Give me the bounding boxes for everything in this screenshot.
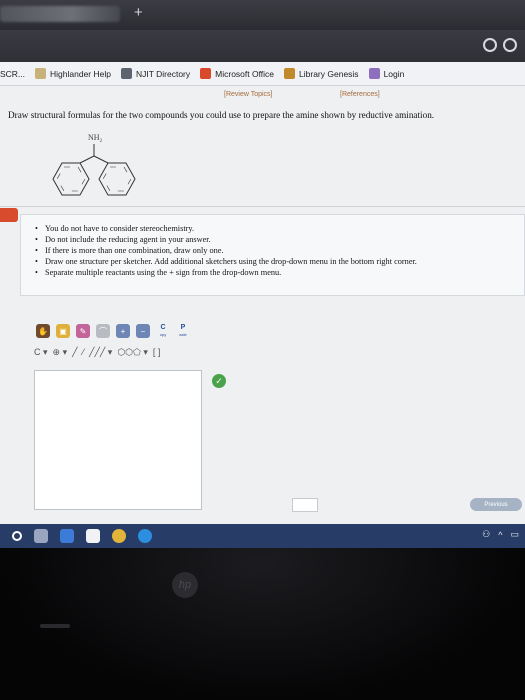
task-view-icon[interactable]: [34, 529, 48, 543]
extension-icons: [483, 38, 517, 52]
system-tray: ⚇ ^ ▭: [482, 529, 519, 540]
bookmark-scr[interactable]: SCR...: [0, 69, 25, 79]
highlander-help-icon: [35, 68, 47, 79]
laptop-bezel: hp: [0, 548, 525, 700]
instructions-list: You do not have to consider stereochemis…: [21, 215, 524, 278]
paste-letter: P: [180, 324, 186, 331]
carbon-atom-tool[interactable]: C ▾: [34, 347, 48, 358]
sketch-canvas[interactable]: [34, 370, 202, 510]
zoom-out-icon[interactable]: −: [136, 324, 150, 338]
login-icon: [368, 68, 380, 79]
bookmark-label: Microsoft Office: [215, 68, 275, 79]
people-icon[interactable]: ⚇: [482, 529, 490, 540]
sketcher-toolbar-bottom: C ▾ ⊕ ▾ ╱ ⁄ ╱╱╱ ▾ ⬡⬡⬠ ▾ [ ]: [34, 344, 160, 360]
bracket-icon[interactable]: [ ]: [153, 347, 161, 357]
bookmark-highlander-help[interactable]: Highlander Help: [35, 68, 111, 79]
chevron-up-icon[interactable]: ^: [498, 530, 502, 540]
review-topics-link[interactable]: [Review Topics]: [224, 91, 273, 98]
instruction-item: Do not include the reducing agent in you…: [35, 234, 524, 245]
page-links: [Review Topics] [References]: [0, 91, 525, 103]
sketcher-toolbar-top: ✋ ▣ ✎ ⌒ + − C opy P aste: [36, 322, 190, 340]
library-icon: [284, 68, 296, 79]
svg-text:NH2: NH2: [88, 133, 103, 144]
sketcher-options-dropdown[interactable]: [292, 498, 318, 512]
office-icon: [200, 68, 212, 79]
bookmark-label: Library Genesis: [299, 68, 359, 79]
section-divider: [0, 206, 525, 207]
wedge-bond-icon[interactable]: ⁄: [83, 347, 85, 357]
question-page: [Review Topics] [References] Draw struct…: [0, 86, 525, 524]
plus-icon[interactable]: +: [134, 4, 143, 21]
browser-toolbar: [0, 30, 525, 62]
edge-icon[interactable]: [138, 529, 152, 543]
amine-label: NH: [88, 133, 100, 142]
document-icon: [120, 68, 132, 79]
bookmarks-bar: SCR... Highlander Help NJIT Directory Mi…: [0, 62, 525, 86]
browser-tab-strip: +: [0, 0, 525, 30]
charge-plus-icon[interactable]: ⊕ ▾: [53, 347, 68, 358]
cortana-icon[interactable]: [12, 531, 22, 541]
lasso-icon[interactable]: ⌒: [96, 324, 110, 338]
status-flag: [0, 208, 18, 222]
bookmark-label: Login: [383, 68, 405, 79]
extension-icon[interactable]: [483, 38, 497, 52]
copy-letter: C: [160, 324, 166, 331]
profile-icon[interactable]: [503, 38, 517, 52]
bezel-strip: [40, 624, 70, 628]
instruction-item: If there is more than one combination, d…: [35, 245, 524, 256]
chrome-icon[interactable]: [112, 529, 126, 543]
structure-sketcher: ✋ ▣ ✎ ⌒ + − C opy P aste C ▾ ⊕ ▾ ╱ ⁄ ╱╱╱…: [30, 320, 330, 520]
copy-button[interactable]: C opy: [156, 324, 170, 338]
instruction-item: Separate multiple reactants using the + …: [35, 267, 524, 278]
previous-label: Previous: [484, 501, 508, 508]
bookmark-label: Highlander Help: [50, 68, 111, 79]
zoom-in-icon[interactable]: +: [116, 324, 130, 338]
bookmark-njit-directory[interactable]: NJIT Directory: [120, 68, 191, 79]
previous-button[interactable]: Previous: [470, 498, 522, 511]
paste-label: aste: [179, 332, 187, 337]
ring-tools-icon[interactable]: ⬡⬡⬠ ▾: [117, 347, 148, 358]
instructions-panel: You do not have to consider stereochemis…: [20, 214, 525, 296]
office-app-icon[interactable]: [60, 529, 74, 543]
bookmark-library-genesis[interactable]: Library Genesis: [284, 68, 359, 79]
paste-button[interactable]: P aste: [176, 324, 190, 338]
bookmark-microsoft-office[interactable]: Microsoft Office: [200, 68, 274, 79]
browser-tab[interactable]: [0, 6, 120, 22]
single-bond-icon[interactable]: ╱: [72, 347, 77, 358]
instruction-item: Draw one structure per sketcher. Add add…: [35, 256, 524, 267]
hand-icon[interactable]: ✋: [36, 324, 50, 338]
question-text: Draw structural formulas for the two com…: [8, 110, 435, 120]
select-icon[interactable]: ▣: [56, 324, 70, 338]
bond-tools-icon[interactable]: ╱╱╱ ▾: [89, 347, 112, 358]
check-icon[interactable]: ✓: [212, 374, 226, 388]
file-explorer-icon[interactable]: [86, 529, 100, 543]
references-link[interactable]: [References]: [340, 91, 380, 98]
instruction-item: You do not have to consider stereochemis…: [35, 223, 524, 234]
hp-logo-icon: hp: [172, 572, 198, 598]
taskbar: ⚇ ^ ▭: [0, 524, 525, 548]
amine-label-subscript: 2: [100, 139, 103, 144]
copy-label: opy: [159, 332, 167, 337]
bookmark-label: NJIT Directory: [135, 68, 191, 79]
bookmark-login[interactable]: Login: [368, 68, 405, 79]
keyboard-icon[interactable]: ▭: [510, 529, 519, 540]
eraser-icon[interactable]: ✎: [76, 324, 90, 338]
amine-structure: NH2: [52, 133, 136, 196]
bookmark-label: SCR...: [0, 68, 26, 79]
